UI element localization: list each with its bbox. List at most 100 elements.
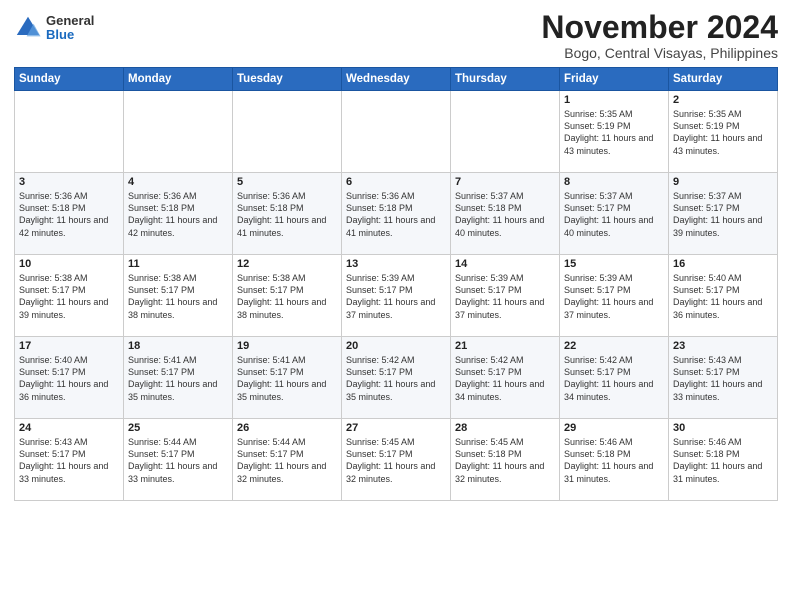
col-header-tuesday: Tuesday [233, 68, 342, 91]
table-row: 16 Sunrise: 5:40 AM Sunset: 5:17 PM Dayli… [669, 255, 778, 337]
day-number: 3 [19, 176, 119, 188]
calendar-week-row: 1 Sunrise: 5:35 AM Sunset: 5:19 PM Daylig… [15, 91, 778, 173]
day-number: 11 [128, 258, 228, 270]
table-row: 27Sunrise: 5:45 AM Sunset: 5:17 PM Dayli… [342, 419, 451, 501]
table-row: 12 Sunrise: 5:38 AM Sunset: 5:17 PM Dayli… [233, 255, 342, 337]
day-info: Sunrise: 5:35 AM Sunset: 5:19 PM Dayligh… [564, 108, 664, 157]
table-row: 25Sunrise: 5:44 AM Sunset: 5:17 PM Dayli… [124, 419, 233, 501]
col-header-monday: Monday [124, 68, 233, 91]
day-info: Sunrise: 5:43 AM Sunset: 5:17 PM Dayligh… [673, 354, 773, 403]
day-info: Sunrise: 5:38 AM Sunset: 5:17 PM Dayligh… [19, 272, 119, 321]
calendar-week-row: 3 Sunrise: 5:36 AM Sunset: 5:18 PM Daylig… [15, 173, 778, 255]
day-number: 27 [346, 422, 446, 434]
logo: General Blue [14, 14, 94, 43]
table-row: 3 Sunrise: 5:36 AM Sunset: 5:18 PM Daylig… [15, 173, 124, 255]
day-number: 28 [455, 422, 555, 434]
day-info: Sunrise: 5:42 AM Sunset: 5:17 PM Dayligh… [564, 354, 664, 403]
logo-blue-label: Blue [46, 28, 94, 42]
table-row: 9 Sunrise: 5:37 AM Sunset: 5:17 PM Daylig… [669, 173, 778, 255]
calendar-week-row: 10 Sunrise: 5:38 AM Sunset: 5:17 PM Dayli… [15, 255, 778, 337]
table-row: 13Sunrise: 5:39 AM Sunset: 5:17 PM Dayli… [342, 255, 451, 337]
day-number: 29 [564, 422, 664, 434]
day-number: 13 [346, 258, 446, 270]
day-number: 10 [19, 258, 119, 270]
col-header-thursday: Thursday [451, 68, 560, 91]
day-number: 6 [346, 176, 446, 188]
table-row: 8Sunrise: 5:37 AM Sunset: 5:17 PM Daylig… [560, 173, 669, 255]
table-row: 11Sunrise: 5:38 AM Sunset: 5:17 PM Dayli… [124, 255, 233, 337]
day-number: 5 [237, 176, 337, 188]
table-row [124, 91, 233, 173]
day-number: 22 [564, 340, 664, 352]
table-row: 24Sunrise: 5:43 AM Sunset: 5:17 PM Dayli… [15, 419, 124, 501]
table-row: 22 Sunrise: 5:42 AM Sunset: 5:17 PM Dayli… [560, 337, 669, 419]
logo-text: General Blue [46, 14, 94, 43]
title-block: November 2024 Bogo, Central Visayas, Phi… [541, 10, 778, 61]
day-info: Sunrise: 5:46 AM Sunset: 5:18 PM Dayligh… [673, 436, 773, 485]
day-info: Sunrise: 5:36 AM Sunset: 5:18 PM Dayligh… [128, 190, 228, 239]
table-row: 5Sunrise: 5:36 AM Sunset: 5:18 PM Daylig… [233, 173, 342, 255]
table-row: 20Sunrise: 5:42 AM Sunset: 5:17 PM Dayli… [342, 337, 451, 419]
table-row: 26 Sunrise: 5:44 AM Sunset: 5:17 PM Dayli… [233, 419, 342, 501]
header: General Blue November 2024 Bogo, Central… [14, 10, 778, 61]
day-info: Sunrise: 5:38 AM Sunset: 5:17 PM Dayligh… [237, 272, 337, 321]
day-info: Sunrise: 5:43 AM Sunset: 5:17 PM Dayligh… [19, 436, 119, 485]
day-number: 30 [673, 422, 773, 434]
day-number: 26 [237, 422, 337, 434]
table-row: 18 Sunrise: 5:41 AM Sunset: 5:17 PM Dayli… [124, 337, 233, 419]
day-info: Sunrise: 5:37 AM Sunset: 5:17 PM Dayligh… [564, 190, 664, 239]
month-title: November 2024 [541, 10, 778, 45]
day-info: Sunrise: 5:44 AM Sunset: 5:17 PM Dayligh… [237, 436, 337, 485]
table-row: 10 Sunrise: 5:38 AM Sunset: 5:17 PM Dayli… [15, 255, 124, 337]
day-number: 17 [19, 340, 119, 352]
table-row [15, 91, 124, 173]
day-number: 4 [128, 176, 228, 188]
day-number: 18 [128, 340, 228, 352]
table-row [451, 91, 560, 173]
col-header-saturday: Saturday [669, 68, 778, 91]
calendar-week-row: 17 Sunrise: 5:40 AM Sunset: 5:17 PM Dayli… [15, 337, 778, 419]
day-info: Sunrise: 5:40 AM Sunset: 5:17 PM Dayligh… [673, 272, 773, 321]
day-info: Sunrise: 5:45 AM Sunset: 5:18 PM Dayligh… [455, 436, 555, 485]
table-row: 30 Sunrise: 5:46 AM Sunset: 5:18 PM Dayli… [669, 419, 778, 501]
day-number: 19 [237, 340, 337, 352]
day-number: 16 [673, 258, 773, 270]
location-subtitle: Bogo, Central Visayas, Philippines [541, 45, 778, 61]
day-info: Sunrise: 5:40 AM Sunset: 5:17 PM Dayligh… [19, 354, 119, 403]
day-number: 9 [673, 176, 773, 188]
col-header-sunday: Sunday [15, 68, 124, 91]
day-info: Sunrise: 5:39 AM Sunset: 5:17 PM Dayligh… [564, 272, 664, 321]
calendar-week-row: 24Sunrise: 5:43 AM Sunset: 5:17 PM Dayli… [15, 419, 778, 501]
day-info: Sunrise: 5:36 AM Sunset: 5:18 PM Dayligh… [19, 190, 119, 239]
table-row: 14 Sunrise: 5:39 AM Sunset: 5:17 PM Dayli… [451, 255, 560, 337]
day-number: 21 [455, 340, 555, 352]
day-info: Sunrise: 5:42 AM Sunset: 5:17 PM Dayligh… [346, 354, 446, 403]
table-row: 17 Sunrise: 5:40 AM Sunset: 5:17 PM Dayli… [15, 337, 124, 419]
table-row [342, 91, 451, 173]
table-row [233, 91, 342, 173]
table-row: 4 Sunrise: 5:36 AM Sunset: 5:18 PM Daylig… [124, 173, 233, 255]
table-row: 29 Sunrise: 5:46 AM Sunset: 5:18 PM Dayli… [560, 419, 669, 501]
table-row: 15Sunrise: 5:39 AM Sunset: 5:17 PM Dayli… [560, 255, 669, 337]
day-info: Sunrise: 5:37 AM Sunset: 5:17 PM Dayligh… [673, 190, 773, 239]
table-row: 19 Sunrise: 5:41 AM Sunset: 5:17 PM Dayli… [233, 337, 342, 419]
day-number: 7 [455, 176, 555, 188]
day-info: Sunrise: 5:44 AM Sunset: 5:17 PM Dayligh… [128, 436, 228, 485]
table-row: 21Sunrise: 5:42 AM Sunset: 5:17 PM Dayli… [451, 337, 560, 419]
day-info: Sunrise: 5:41 AM Sunset: 5:17 PM Dayligh… [128, 354, 228, 403]
day-info: Sunrise: 5:46 AM Sunset: 5:18 PM Dayligh… [564, 436, 664, 485]
col-header-friday: Friday [560, 68, 669, 91]
day-info: Sunrise: 5:41 AM Sunset: 5:17 PM Dayligh… [237, 354, 337, 403]
day-number: 2 [673, 94, 773, 106]
day-info: Sunrise: 5:35 AM Sunset: 5:19 PM Dayligh… [673, 108, 773, 157]
day-info: Sunrise: 5:36 AM Sunset: 5:18 PM Dayligh… [346, 190, 446, 239]
day-number: 14 [455, 258, 555, 270]
calendar-header-row: Sunday Monday Tuesday Wednesday Thursday… [15, 68, 778, 91]
day-info: Sunrise: 5:39 AM Sunset: 5:17 PM Dayligh… [455, 272, 555, 321]
day-number: 23 [673, 340, 773, 352]
day-number: 1 [564, 94, 664, 106]
page-container: General Blue November 2024 Bogo, Central… [0, 0, 792, 507]
table-row: 2 Sunrise: 5:35 AM Sunset: 5:19 PM Daylig… [669, 91, 778, 173]
day-number: 12 [237, 258, 337, 270]
table-row: 28 Sunrise: 5:45 AM Sunset: 5:18 PM Dayli… [451, 419, 560, 501]
